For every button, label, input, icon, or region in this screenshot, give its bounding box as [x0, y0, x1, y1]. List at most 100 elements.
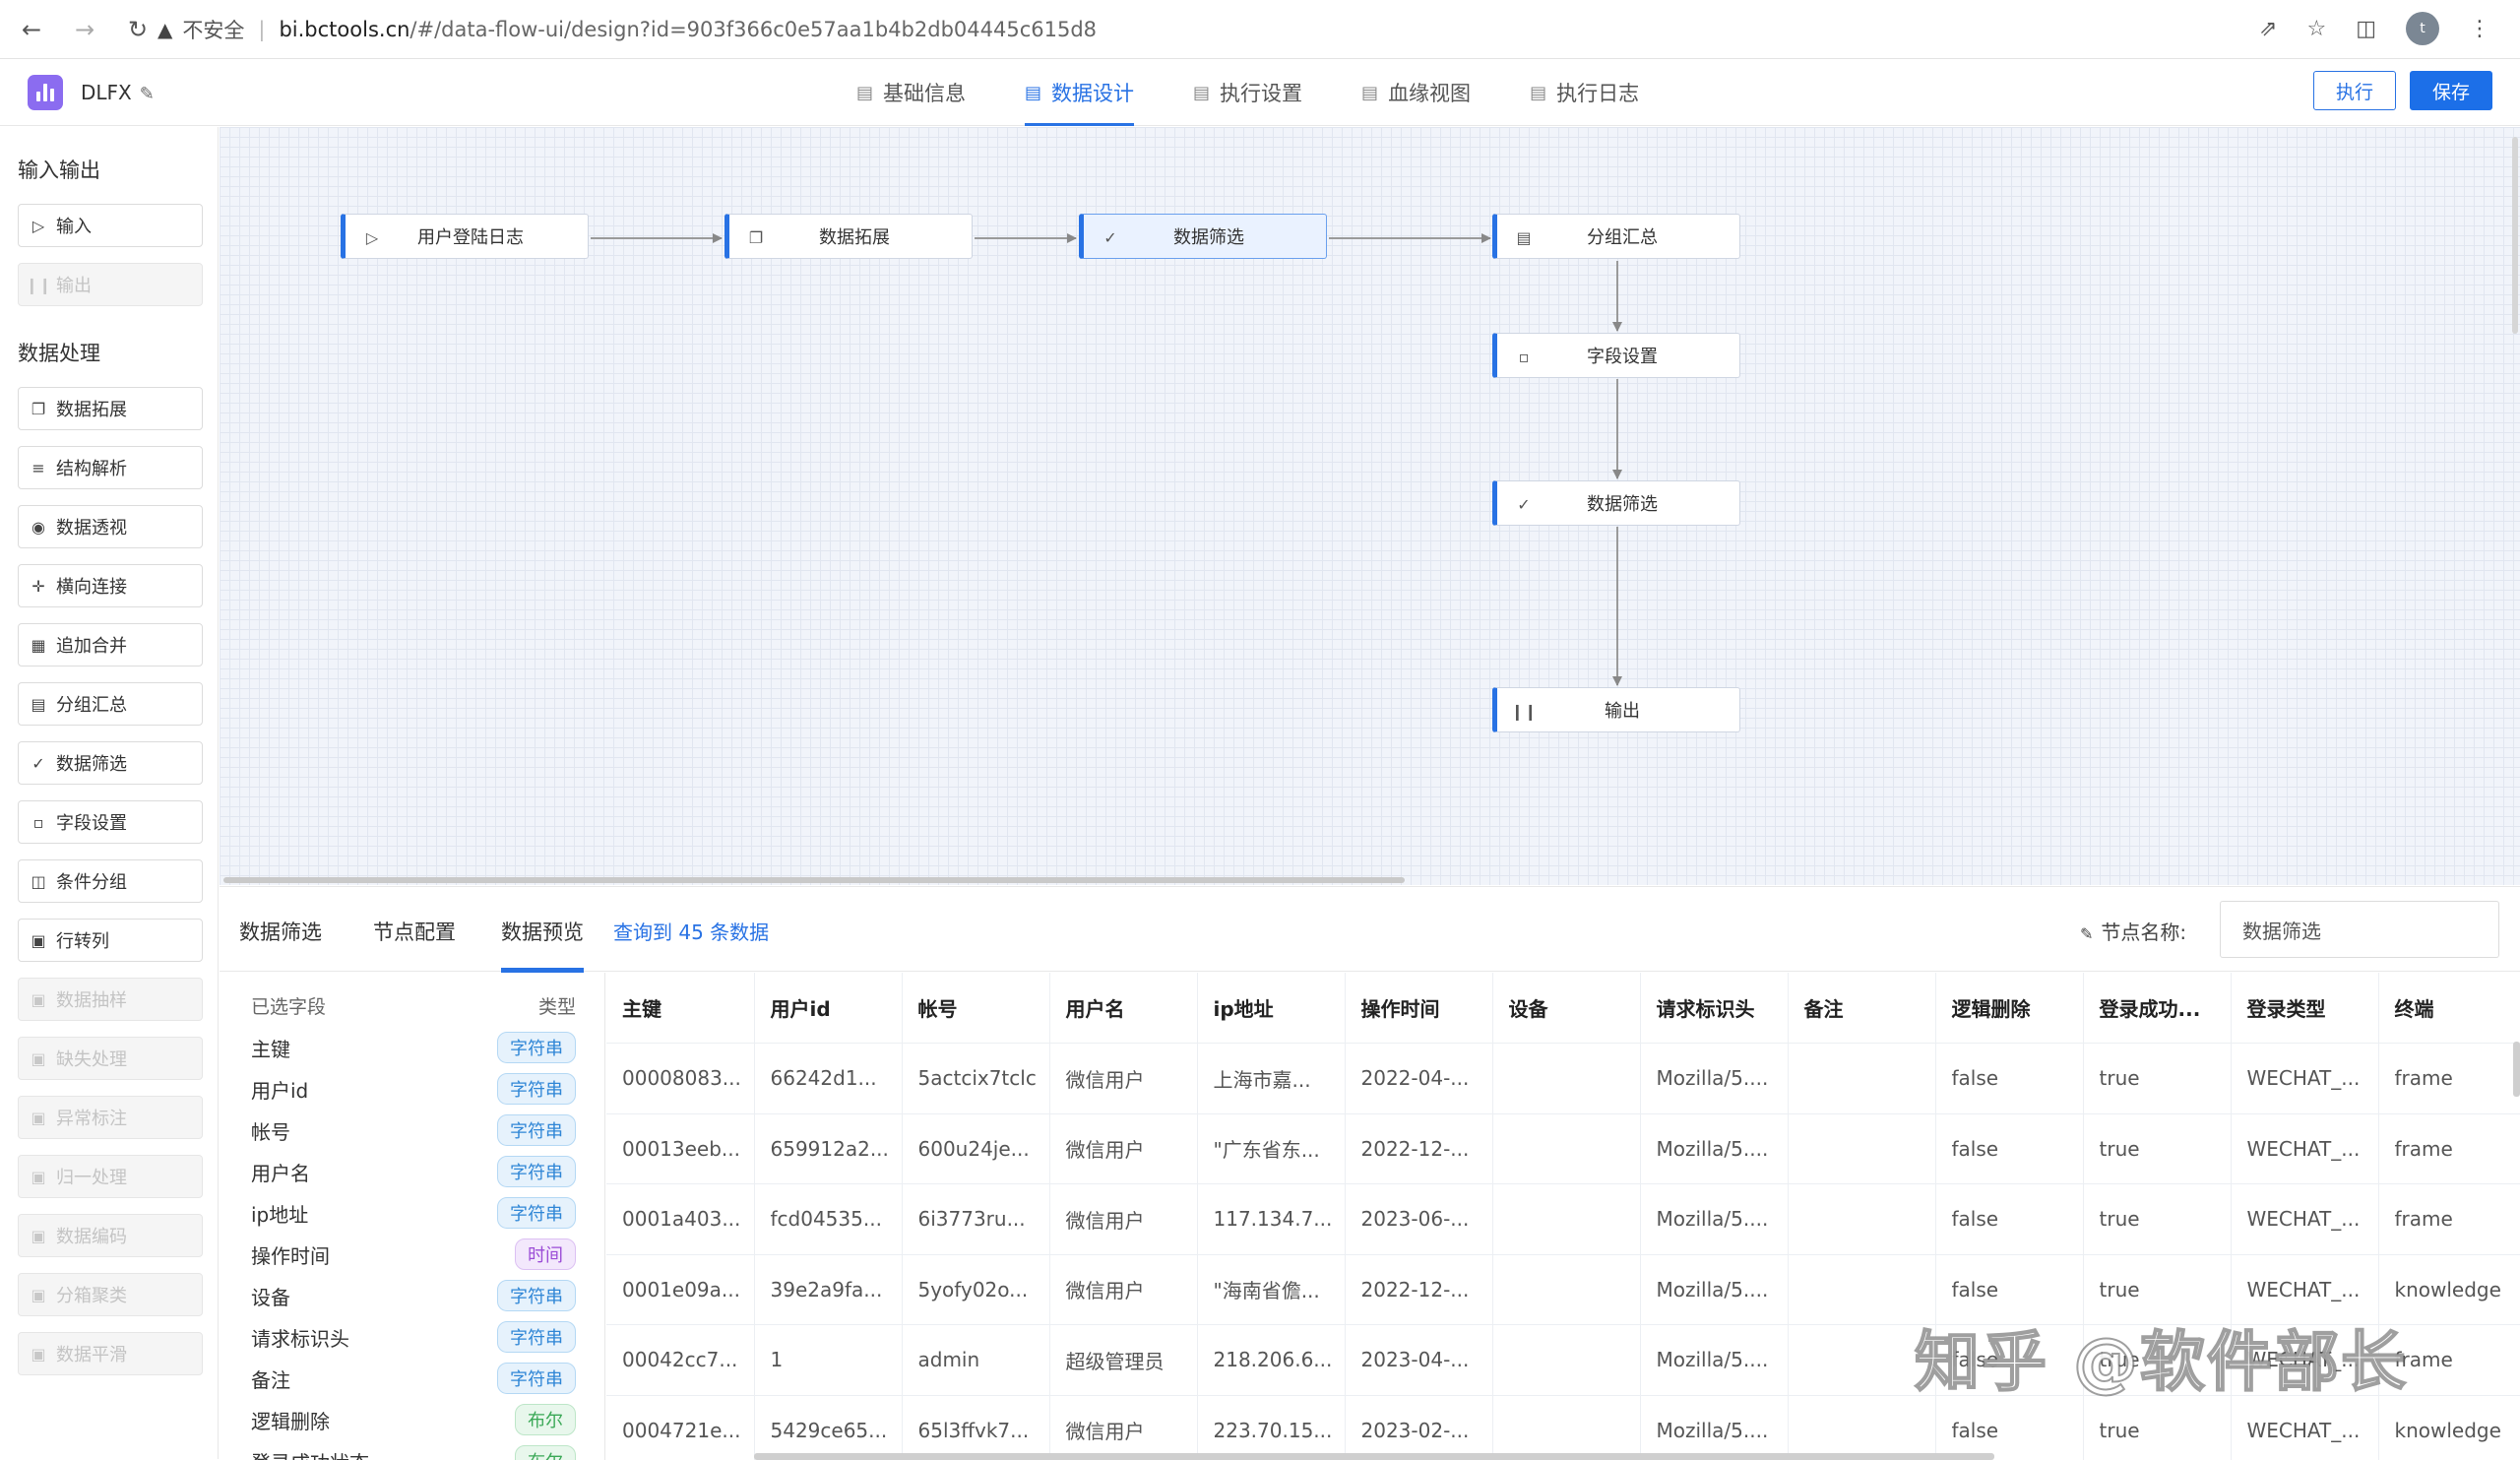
tab-4[interactable]: ▤执行日志	[1530, 59, 1639, 126]
table-cell: Mozilla/5....	[1640, 1044, 1788, 1114]
tab-0[interactable]: ▤基础信息	[856, 59, 966, 126]
table-cell: 2023-02-...	[1345, 1395, 1492, 1460]
detail-tab-1[interactable]: 节点配置	[373, 917, 456, 946]
table-cell: frame	[2378, 1184, 2520, 1255]
avatar[interactable]: t	[2406, 12, 2439, 45]
flow-node-n6[interactable]: ✓数据筛选	[1492, 480, 1740, 526]
column-header[interactable]: 备注	[1788, 973, 1935, 1044]
tab-3[interactable]: ▤ 血缘视图	[1361, 59, 1471, 126]
edit-icon[interactable]: ✎	[140, 84, 155, 104]
table-cell	[1492, 1325, 1640, 1396]
table-cell: 00013eeb...	[606, 1113, 754, 1184]
document-icon: ▤	[1361, 83, 1378, 103]
star-icon[interactable]: ☆	[2306, 17, 2326, 41]
split-icon: ◫	[29, 871, 48, 891]
flow-node-n4[interactable]: ▤分组汇总	[1492, 214, 1740, 259]
table-cell: Mozilla/5....	[1640, 1184, 1788, 1255]
flow-node-n1[interactable]: ▷用户登陆日志	[341, 214, 589, 259]
field-name: 登录成功状态	[251, 1447, 369, 1460]
palette-item-label: 横向连接	[56, 573, 127, 599]
field-type-badge: 字符串	[497, 1363, 576, 1394]
node-name-input[interactable]: 数据筛选	[2220, 901, 2499, 958]
column-header[interactable]: 操作时间	[1345, 973, 1492, 1044]
palette-item-proc-9[interactable]: ▣行转列	[18, 919, 203, 962]
column-header[interactable]: 请求标识头	[1640, 973, 1788, 1044]
table-row: 00008083...66242d1...5actcix7tclc微信用户上海市…	[606, 1044, 2520, 1114]
selected-fields-list: 已选字段 类型 主键字符串用户id字符串帐号字符串用户名字符串ip地址字符串操作…	[220, 973, 605, 1460]
field-name: 主键	[251, 1034, 290, 1062]
save-button[interactable]: 保存	[2410, 71, 2492, 110]
address-bar[interactable]: ▲ 不安全 | bi.bctools.cn /#/data-flow-ui/de…	[158, 6, 2353, 53]
field-name: 请求标识头	[251, 1323, 349, 1352]
table-row: 0004721e...5429ce65...65l3ffvk7...微信用户22…	[606, 1395, 2520, 1460]
tab-2[interactable]: ▤执行设置	[1193, 59, 1302, 126]
run-button[interactable]: 执行	[2313, 71, 2396, 110]
share-icon[interactable]: ⇗	[2259, 17, 2277, 41]
box-icon: ▣	[29, 930, 48, 950]
flow-node-n2[interactable]: ❐数据拓展	[724, 214, 973, 259]
palette-item-proc-4[interactable]: ▦追加合并	[18, 623, 203, 667]
tab-1[interactable]: ▤数据设计	[1025, 59, 1134, 126]
flow-node-n3[interactable]: ✓数据筛选	[1079, 214, 1327, 259]
palette-item-proc-3[interactable]: ✛横向连接	[18, 564, 203, 607]
column-header[interactable]: 登录成功...	[2083, 973, 2231, 1044]
reload-icon[interactable]: ↻	[116, 8, 159, 51]
forward-icon[interactable]: →	[63, 8, 106, 51]
palette-item-io-0[interactable]: ▷输入	[18, 204, 203, 247]
flow-canvas[interactable]: ▷用户登陆日志 ❐数据拓展 ✓数据筛选 ▤分组汇总 ▫字段设置 ✓数据筛选 ❙❙输出	[220, 127, 2520, 885]
column-header[interactable]: ip地址	[1197, 973, 1345, 1044]
palette-item-proc-0[interactable]: ❐数据拓展	[18, 387, 203, 430]
table-vertical-scrollbar[interactable]	[2513, 1042, 2520, 1097]
app-title[interactable]: DLFX✎	[81, 81, 155, 104]
table-cell: 659912a2...	[754, 1113, 902, 1184]
table-cell: frame	[2378, 1113, 2520, 1184]
table-cell	[1788, 1254, 1935, 1325]
logo-icon	[28, 75, 63, 110]
file-icon: ▫	[1513, 346, 1535, 367]
palette-item-proc-2[interactable]: ◉数据透视	[18, 505, 203, 548]
table-cell	[1788, 1395, 1935, 1460]
column-header[interactable]: 用户名	[1049, 973, 1197, 1044]
column-header[interactable]: 用户id	[754, 973, 902, 1044]
field-row: 设备字符串	[251, 1276, 576, 1315]
column-header[interactable]: 帐号	[902, 973, 1049, 1044]
palette-item-label: 条件分组	[56, 868, 127, 894]
copy-icon: ❐	[29, 399, 48, 418]
column-header[interactable]: 设备	[1492, 973, 1640, 1044]
detail-tab-2[interactable]: 数据预览	[501, 917, 584, 946]
column-header[interactable]: 登录类型	[2231, 973, 2378, 1044]
palette-item-proc-8[interactable]: ◫ 条件分组	[18, 859, 203, 903]
palette-item-proc-7[interactable]: ▫字段设置	[18, 800, 203, 844]
canvas-horizontal-scrollbar[interactable]	[220, 877, 2520, 885]
table-cell: 600u24je...	[902, 1113, 1049, 1184]
column-header[interactable]: 主键	[606, 973, 754, 1044]
palette-item-label: 分组汇总	[56, 691, 127, 717]
canvas-vertical-scrollbar[interactable]	[2510, 127, 2518, 885]
file-check-icon: ✓	[29, 753, 48, 773]
flow-node-n7[interactable]: ❙❙输出	[1492, 687, 1740, 732]
menu-icon[interactable]: ⋮	[2469, 17, 2490, 41]
table-cell	[1788, 1184, 1935, 1255]
column-header[interactable]: 终端	[2378, 973, 2520, 1044]
palette-item-proc-5[interactable]: ▤分组汇总	[18, 682, 203, 726]
table-cell: "广东省东...	[1197, 1113, 1345, 1184]
table-cell: 0001a403...	[606, 1184, 754, 1255]
column-header[interactable]: 逻辑删除	[1935, 973, 2083, 1044]
table-cell: 2022-12-...	[1345, 1113, 1492, 1184]
palette-item-proc-11: ▣缺失处理	[18, 1037, 203, 1080]
palette-item-proc-16: ▣数据平滑	[18, 1332, 203, 1375]
detail-tab-0[interactable]: 数据筛选	[239, 917, 322, 946]
palette-item-proc-1[interactable]: ≡结构解析	[18, 446, 203, 489]
table-cell: Mozilla/5....	[1640, 1254, 1788, 1325]
sidepanel-icon[interactable]: ◫	[2356, 17, 2376, 41]
flow-node-n5[interactable]: ▫字段设置	[1492, 333, 1740, 378]
back-icon[interactable]: ←	[10, 8, 53, 51]
table-cell: true	[2083, 1184, 2231, 1255]
tab-label: 血缘视图	[1388, 78, 1471, 107]
field-row: 请求标识头字符串	[251, 1317, 576, 1357]
table-cell: "海南省儋...	[1197, 1254, 1345, 1325]
table-cell: false	[1935, 1044, 2083, 1114]
field-type-badge: 字符串	[497, 1114, 576, 1146]
table-cell: WECHAT_...	[2231, 1044, 2378, 1114]
palette-item-proc-6[interactable]: ✓数据筛选	[18, 741, 203, 785]
